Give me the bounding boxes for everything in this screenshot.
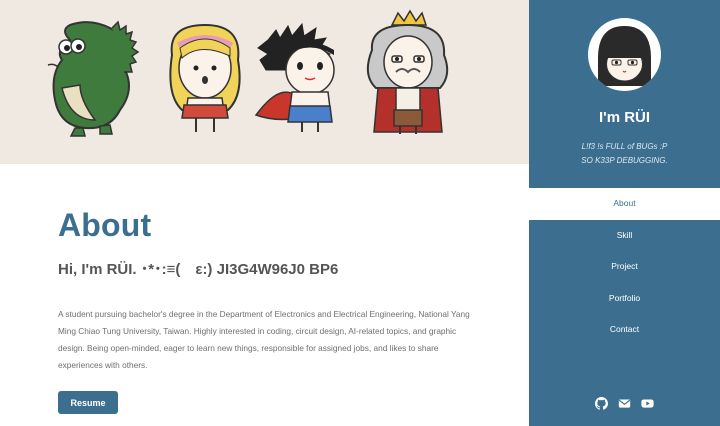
- avatar: [588, 18, 661, 91]
- nav-item-about[interactable]: About: [529, 188, 720, 220]
- sidebar-nav: About Skill Project Portfolio Contact: [529, 188, 720, 346]
- avatar-illustration: [598, 26, 651, 86]
- social-links: [529, 397, 720, 410]
- nav-item-portfolio[interactable]: Portfolio: [529, 283, 720, 315]
- dinosaur-character: [47, 20, 140, 137]
- tagline-line-2: SO K33P DEBUGGING.: [581, 156, 668, 165]
- sidebar: I'm RÜI L!f3 !s FULL of BUGs :P SO K33P …: [529, 0, 720, 426]
- nav-item-project[interactable]: Project: [529, 251, 720, 283]
- header-banner: [0, 0, 529, 164]
- blonde-girl-character: [169, 23, 241, 132]
- sidebar-name: I'm RÜI: [598, 109, 651, 126]
- nav-item-skill[interactable]: Skill: [529, 220, 720, 252]
- greeting-subtitle: Hi, I'm RÜI. ･*･:≡( ε:) JI3G4W96J0 BP6: [58, 261, 339, 278]
- cartoon-characters-illustration: [47, 9, 449, 137]
- sidebar-tagline: L!f3 !s FULL of BUGs :P SO K33P DEBUGGIN…: [529, 140, 720, 168]
- about-description: A student pursuing bachelor's degree in …: [58, 309, 470, 370]
- resume-button[interactable]: Resume: [58, 391, 118, 414]
- nav-item-contact[interactable]: Contact: [529, 314, 720, 346]
- youtube-icon[interactable]: [641, 397, 654, 410]
- page-title: About: [58, 207, 152, 243]
- main-content: [0, 164, 529, 426]
- king-character: [366, 9, 449, 134]
- tagline-line-1: L!f3 !s FULL of BUGs :P: [581, 142, 668, 151]
- caped-boy-character: [254, 22, 335, 132]
- mail-icon[interactable]: [618, 397, 631, 410]
- github-icon[interactable]: [595, 397, 608, 410]
